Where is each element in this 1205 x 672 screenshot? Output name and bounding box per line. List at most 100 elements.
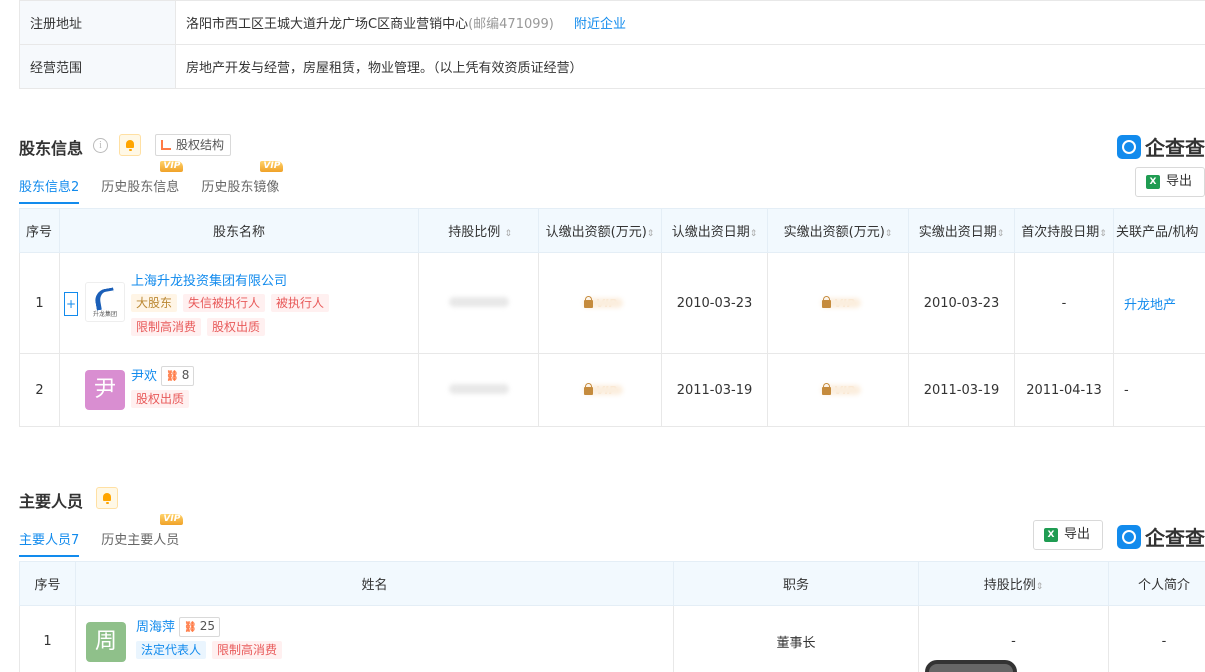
bell-icon[interactable]	[96, 487, 118, 509]
equity-structure-button[interactable]: 股权结构	[155, 134, 232, 156]
related-companies-badge[interactable]: ⛓ 25	[179, 617, 220, 637]
first-hold-date-cell: -	[1014, 252, 1114, 354]
address-postcode: (邮编471099)	[468, 17, 554, 32]
sort-icon: ⇕	[1035, 582, 1044, 592]
col-first-hold-date-label: 首次持股日期	[1021, 225, 1100, 240]
tag-dishonest-executed[interactable]: 失信被执行人	[183, 294, 266, 312]
row-index: 1	[19, 605, 76, 672]
col-share-ratio-label: 持股比例	[983, 578, 1036, 593]
tab-history-key-personnel[interactable]: 历史主要人员 VIP	[101, 514, 184, 557]
personnel-title: 主要人员	[19, 492, 84, 511]
related-count: 25	[199, 619, 215, 633]
relation-icon: ⛓	[184, 622, 197, 633]
qcc-logo-icon	[1117, 524, 1141, 549]
col-subscribed-amount[interactable]: 认缴出资额(万元)⇕	[538, 208, 662, 253]
tab-label: 主要人员	[19, 533, 72, 548]
expand-button[interactable]: +	[64, 292, 78, 316]
bell-icon[interactable]	[119, 134, 141, 156]
col-paid-amount[interactable]: 实缴出资额(万元)⇕	[767, 208, 909, 253]
tab-count: 2	[71, 180, 80, 195]
subscribed-amount-cell[interactable]: VIP	[538, 353, 662, 427]
qcc-logo-text: 企查查	[1145, 136, 1205, 160]
export-label: 导出	[1064, 527, 1091, 542]
first-hold-date-cell: 2011-04-13	[1014, 353, 1114, 427]
tab-shareholders[interactable]: 股东信息2	[19, 176, 80, 204]
col-paid-date[interactable]: 实缴出资日期⇕	[908, 208, 1015, 253]
excel-icon: X	[1044, 528, 1058, 542]
export-label: 导出	[1166, 174, 1193, 189]
personnel-export-button[interactable]: X 导出	[1033, 520, 1104, 550]
position-cell: 董事长	[673, 605, 919, 672]
tag-equity-pledge[interactable]: 股权出质	[207, 318, 266, 336]
related-product-cell: 升龙地产	[1113, 252, 1205, 354]
shareholder-name-link[interactable]: 上海升龙投资集团有限公司	[131, 270, 418, 289]
subscribed-date-cell: 2011-03-19	[661, 353, 768, 427]
person-name-cell: 周 周海萍 ⛓ 25 法定代表人 限制高消费	[75, 605, 674, 672]
paid-amount-cell[interactable]: VIP	[767, 252, 909, 354]
subscribed-amount-cell[interactable]: VIP	[538, 252, 662, 354]
table-row: 1 + 升龙集团 上海升龙投资集团有限公司 大股东 失信被执行人 被执行人 限制高消…	[19, 252, 1205, 354]
col-subscribed-date[interactable]: 认缴出资日期⇕	[661, 208, 768, 253]
info-icon[interactable]: i	[93, 138, 108, 153]
phone-image	[925, 660, 1017, 672]
tab-key-personnel[interactable]: 主要人员7	[19, 529, 80, 557]
tag-legal-representative[interactable]: 法定代表人	[136, 641, 207, 659]
tag-consumption-limit[interactable]: 限制高消费	[131, 318, 202, 336]
address-row: 注册地址 洛阳市西工区王城大道升龙广场C区商业营销中心(邮编471099) 附近…	[19, 0, 1205, 45]
tab-history-shareholders[interactable]: 历史股东信息 VIP	[101, 161, 184, 204]
related-product-cell: -	[1113, 353, 1205, 427]
blurred-value	[448, 383, 509, 394]
lock-icon	[821, 295, 832, 308]
qcc-logo-icon	[1117, 134, 1141, 159]
company-logo: 升龙集团	[85, 282, 125, 322]
tab-count: 7	[71, 533, 80, 548]
related-companies-badge[interactable]: ⛓ 8	[161, 365, 195, 386]
paid-amount-cell[interactable]: VIP	[767, 353, 909, 427]
vip-badge: VIP	[160, 161, 184, 172]
tag-equity-pledge[interactable]: 股权出质	[131, 389, 190, 408]
lock-icon	[821, 382, 832, 395]
table-row: 2 尹 尹欢 ⛓8 股权出质 VIP 2011-03-19 VIP 2011-03…	[19, 353, 1205, 427]
paid-date-cell: 2010-03-23	[908, 252, 1015, 354]
vip-badge: VIP	[260, 161, 284, 172]
bio-cell: -	[1108, 605, 1205, 672]
col-subscribed-date-label: 认缴出资日期	[671, 225, 750, 240]
shareholder-name-link[interactable]: 尹欢	[131, 369, 157, 384]
row-index: 2	[19, 353, 60, 427]
col-paid-amount-label: 实缴出资额(万元)	[783, 225, 885, 240]
shareholders-export-button[interactable]: X 导出	[1135, 167, 1205, 197]
col-first-hold-date[interactable]: 首次持股日期⇕	[1014, 208, 1114, 253]
tag-executed[interactable]: 被执行人	[271, 294, 330, 312]
col-index: 序号	[19, 561, 76, 606]
col-share-ratio[interactable]: 持股比例 ⇕	[418, 208, 539, 253]
shareholder-name-cell: + 升龙集团 上海升龙投资集团有限公司 大股东 失信被执行人 被执行人 限制高消费股…	[59, 252, 419, 354]
col-subscribed-amount-label: 认缴出资额(万元)	[545, 225, 647, 240]
related-product-link[interactable]: 升龙地产	[1124, 298, 1176, 313]
table-header-row: 序号 股东名称 持股比例 ⇕ 认缴出资额(万元)⇕ 认缴出资日期⇕ 实缴出资额(…	[19, 208, 1205, 253]
basic-info-table: 注册地址 洛阳市西工区王城大道升龙广场C区商业营销中心(邮编471099) 附近…	[19, 0, 1205, 89]
paid-date-cell: 2011-03-19	[908, 353, 1015, 427]
nearby-companies-link[interactable]: 附近企业	[574, 17, 626, 32]
avatar: 周	[86, 622, 126, 662]
equity-structure-icon	[161, 140, 171, 150]
relation-icon: ⛓	[166, 370, 179, 382]
col-bio: 个人简介	[1108, 561, 1205, 606]
col-share-ratio-label: 持股比例	[448, 225, 501, 240]
tab-label: 历史股东镜像	[201, 180, 280, 195]
lock-icon	[583, 382, 594, 395]
col-name: 姓名	[75, 561, 674, 606]
qcc-logo: 企查查	[1117, 132, 1205, 161]
scope-value: 房地产开发与经营，房屋租赁，物业管理。（以上凭有效资质证经营）	[175, 44, 1205, 89]
equity-structure-label: 股权结构	[176, 138, 225, 152]
tag-major-shareholder[interactable]: 大股东	[131, 294, 178, 312]
address-cell: 洛阳市西工区王城大道升龙广场C区商业营销中心(邮编471099) 附近企业	[175, 0, 1205, 45]
person-name-link[interactable]: 周海萍	[136, 620, 175, 635]
table-header-row: 序号 姓名 职务 持股比例⇕ 个人简介	[19, 561, 1205, 606]
subscribed-date-cell: 2010-03-23	[661, 252, 768, 354]
tab-history-shareholder-mirror[interactable]: 历史股东镜像 VIP	[201, 161, 284, 204]
col-share-ratio[interactable]: 持股比例⇕	[918, 561, 1109, 606]
row-index: 1	[19, 252, 60, 354]
tab-label: 历史主要人员	[101, 533, 180, 548]
tag-consumption-limit[interactable]: 限制高消费	[212, 641, 283, 659]
share-ratio-cell	[418, 353, 539, 427]
